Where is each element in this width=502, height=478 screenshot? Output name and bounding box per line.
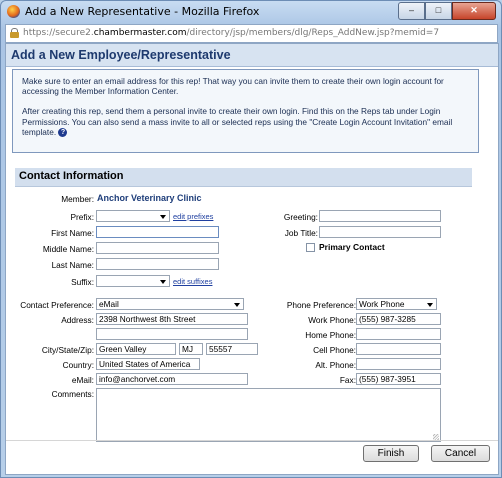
member-value: Anchor Veterinary Clinic <box>97 193 202 203</box>
prefix-select[interactable] <box>96 210 170 222</box>
page-title: Add a New Employee/Representative <box>11 48 231 62</box>
comments-textarea[interactable] <box>96 388 441 442</box>
chevron-down-icon <box>160 215 166 219</box>
first-name-label: First Name: <box>51 228 94 238</box>
window-controls: – □ ✕ <box>398 2 496 20</box>
zip-input[interactable]: 55557 <box>206 343 258 355</box>
edit-prefixes-link[interactable]: edit prefixes <box>173 212 213 221</box>
cell-phone-label: Cell Phone: <box>313 345 356 355</box>
chevron-down-icon <box>427 303 433 307</box>
middle-name-input[interactable] <box>96 242 219 254</box>
phone-preference-label: Phone Preference: <box>286 300 356 310</box>
section-title: Contact Information <box>19 170 124 182</box>
info-box: Make sure to enter an email address for … <box>12 69 479 153</box>
cancel-button[interactable]: Cancel <box>431 445 490 462</box>
alt-phone-label: Alt. Phone: <box>315 360 356 370</box>
footer-divider <box>6 440 498 441</box>
lock-icon <box>10 28 19 38</box>
fax-input[interactable]: (555) 987-3951 <box>356 373 441 385</box>
cell-phone-input[interactable] <box>356 343 441 355</box>
page-content: Add a New Employee/Representative Make s… <box>5 43 499 475</box>
maximize-button[interactable]: □ <box>425 2 452 20</box>
email-label: eMail: <box>71 375 94 385</box>
address-bar[interactable]: https://secure2.chambermaster.com/direct… <box>5 24 498 43</box>
minimize-button[interactable]: – <box>398 2 425 20</box>
browser-window: Add a New Representative - Mozilla Firef… <box>0 0 502 478</box>
home-phone-label: Home Phone: <box>305 330 356 340</box>
alt-phone-input[interactable] <box>356 358 441 370</box>
page-header: Add a New Employee/Representative <box>6 44 498 67</box>
job-title-input[interactable] <box>319 226 441 238</box>
contact-preference-label: Contact Preference: <box>20 300 94 310</box>
firefox-logo-icon <box>7 5 20 18</box>
fax-label: Fax: <box>339 375 356 385</box>
primary-contact-label: Primary Contact <box>319 242 385 252</box>
suffix-select[interactable] <box>96 275 170 287</box>
edit-suffixes-link[interactable]: edit suffixes <box>173 277 212 286</box>
city-state-zip-label: City/State/Zip: <box>41 345 94 355</box>
contact-information-header: Contact Information <box>15 168 472 187</box>
last-name-input[interactable] <box>96 258 219 270</box>
address-line1-input[interactable]: 2398 Northwest 8th Street <box>96 313 248 325</box>
prefix-label: Prefix: <box>70 212 94 222</box>
help-icon[interactable]: ? <box>58 128 68 138</box>
last-name-label: Last Name: <box>51 260 94 270</box>
email-input[interactable]: info@anchorvet.com <box>96 373 248 385</box>
work-phone-label: Work Phone: <box>308 315 356 325</box>
title-bar: Add a New Representative - Mozilla Firef… <box>1 1 501 23</box>
state-input[interactable]: MJ <box>179 343 203 355</box>
address-line2-input[interactable] <box>96 328 248 340</box>
first-name-input[interactable] <box>96 226 219 238</box>
country-label: Country: <box>62 360 94 370</box>
info-paragraph-2: After creating this rep, send them a per… <box>22 106 453 137</box>
country-input[interactable]: United States of America <box>96 358 200 370</box>
comments-label: Comments: <box>51 389 94 399</box>
info-paragraph-1: Make sure to enter an email address for … <box>22 76 444 97</box>
chevron-down-icon <box>160 280 166 284</box>
url-text: https://secure2.chambermaster.com/direct… <box>23 28 440 38</box>
finish-button[interactable]: Finish <box>363 445 419 462</box>
job-title-label: Job Title: <box>284 228 318 238</box>
address-label: Address: <box>61 315 94 325</box>
city-input[interactable]: Green Valley <box>96 343 176 355</box>
close-button[interactable]: ✕ <box>452 2 496 20</box>
phone-preference-select[interactable]: Work Phone <box>356 298 437 310</box>
window-title: Add a New Representative - Mozilla Firef… <box>25 5 260 18</box>
greeting-label: Greeting: <box>283 212 318 222</box>
contact-preference-select[interactable]: eMail <box>96 298 244 310</box>
greeting-input[interactable] <box>319 210 441 222</box>
middle-name-label: Middle Name: <box>42 244 94 254</box>
primary-contact-checkbox[interactable] <box>306 243 315 252</box>
home-phone-input[interactable] <box>356 328 441 340</box>
suffix-label: Suffix: <box>71 277 94 287</box>
chevron-down-icon <box>234 303 240 307</box>
work-phone-input[interactable]: (555) 987-3285 <box>356 313 441 325</box>
member-label: Member: <box>61 194 94 204</box>
